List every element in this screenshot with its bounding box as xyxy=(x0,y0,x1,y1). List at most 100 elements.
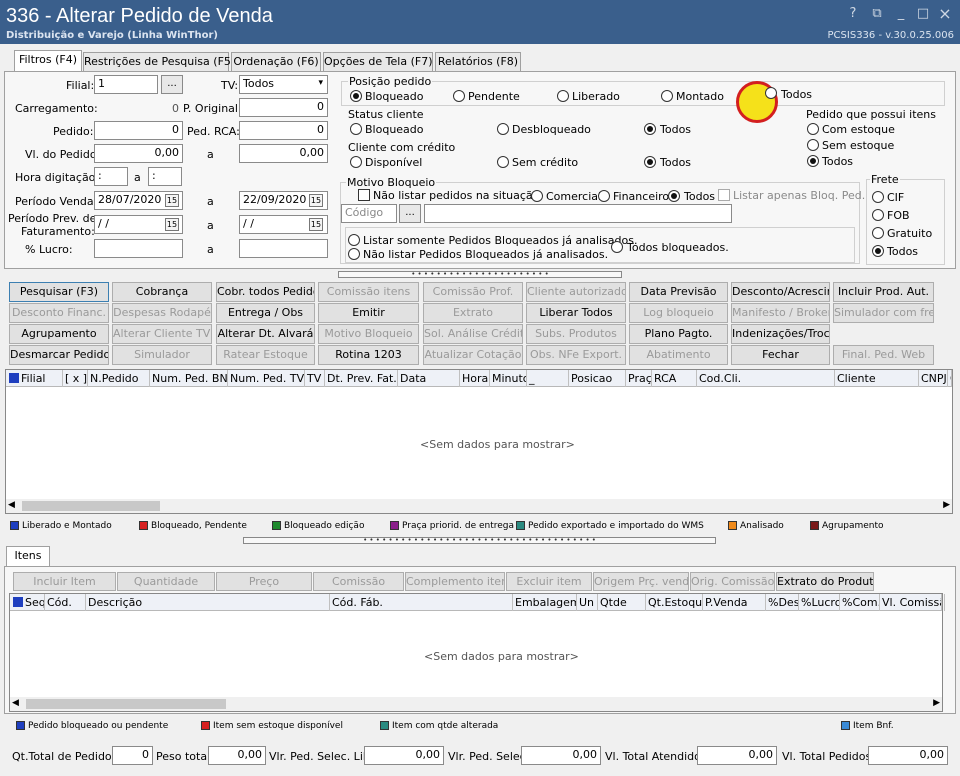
column-header-cod-cli[interactable]: Cod.Cli. xyxy=(697,370,835,387)
apenas-bloq-checkbox[interactable] xyxy=(718,189,730,201)
close-button[interactable]: × xyxy=(936,5,954,23)
column-header-embalagem[interactable]: Embalagem xyxy=(513,594,577,611)
listar-somente-radio[interactable] xyxy=(348,234,360,246)
filter-splitter[interactable]: • • • • • • • • • • • • • • • • • • • • … xyxy=(338,271,622,278)
column-header-cliente[interactable]: Cliente xyxy=(835,370,919,387)
column-header-cod[interactable]: Cód. xyxy=(45,594,86,611)
itens-todos-radio[interactable] xyxy=(807,155,819,167)
ratear-estoque-button[interactable]: Ratear Estoque xyxy=(216,345,315,365)
column-header-filial[interactable]: Filial xyxy=(19,370,63,387)
orders-grid[interactable]: Filial[ x ] N.Pedido Num. Ped. BNF Num. Ped… xyxy=(5,369,953,514)
column-header-blank[interactable]: _ xyxy=(527,370,569,387)
posicao-montado-radio[interactable] xyxy=(661,90,673,102)
tab-itens[interactable]: Itens xyxy=(6,546,50,567)
status-desbloqueado-radio[interactable] xyxy=(497,123,509,135)
orig-comissao-button[interactable]: Orig. Comissão xyxy=(690,572,775,591)
column-header-c[interactable]: C xyxy=(948,370,952,387)
scroll-left-icon[interactable]: ◀ xyxy=(12,698,19,708)
incluir-item-button[interactable]: Incluir Item xyxy=(13,572,116,591)
motivo-financeiro-radio[interactable] xyxy=(598,190,610,202)
lucro-from-input[interactable] xyxy=(94,239,183,258)
poriginal-input[interactable]: 0 xyxy=(239,98,328,117)
tab-filtros[interactable]: Filtros (F4) xyxy=(14,50,82,73)
complemento-item-button[interactable]: Complemento item xyxy=(405,572,505,591)
pedrca-input[interactable]: 0 xyxy=(239,121,328,140)
column-header-num-ped-bnf[interactable]: Num. Ped. BNF xyxy=(150,370,228,387)
column-header-cnpj[interactable]: CNPJ xyxy=(919,370,948,387)
incluir-prod-aut-button[interactable]: Incluir Prod. Aut. xyxy=(833,282,934,302)
orders-hscrollbar[interactable]: ◀ ▶ xyxy=(6,499,952,513)
help-button[interactable]: ? xyxy=(844,5,862,23)
alterar-dt-alvara-button[interactable]: Alterar Dt. Alvará xyxy=(216,324,315,344)
nao-listar-checkbox[interactable] xyxy=(358,189,370,201)
final-ped-web-button[interactable]: Final. Ped. Web xyxy=(833,345,934,365)
tab-relatorios[interactable]: Relatórios (F8) xyxy=(435,52,521,72)
calendar-icon[interactable]: 15 xyxy=(165,218,179,231)
items-hscrollbar[interactable]: ◀ ▶ xyxy=(10,697,942,711)
preco-button[interactable]: Preço xyxy=(216,572,312,591)
fechar-button[interactable]: Fechar xyxy=(731,345,830,365)
column-header-posicao[interactable]: Posicao xyxy=(569,370,626,387)
column-header-tv[interactable]: TV xyxy=(305,370,325,387)
desconto-acrescimo-button[interactable]: Desconto/Acrescimo xyxy=(731,282,830,302)
log-bloqueio-button[interactable]: Log bloqueio xyxy=(629,303,728,323)
manifesto-broker-button[interactable]: Manifesto / Broker xyxy=(731,303,830,323)
column-header-descricao[interactable]: Descrição xyxy=(86,594,330,611)
scroll-left-icon[interactable]: ◀ xyxy=(8,500,15,510)
scroll-right-icon[interactable]: ▶ xyxy=(933,698,940,708)
frete-fob-radio[interactable] xyxy=(872,209,884,221)
vlpedido-to-input[interactable]: 0,00 xyxy=(239,144,328,163)
grid-menu-icon[interactable] xyxy=(9,373,19,383)
pedido-input[interactable]: 0 xyxy=(94,121,183,140)
origem-prc-venda-button[interactable]: Origem Prç. venda xyxy=(593,572,689,591)
tv-select[interactable]: Todos ▾ xyxy=(239,75,328,94)
despesas-rodape-button[interactable]: Despesas Rodapé xyxy=(112,303,212,323)
column-header-rca[interactable]: RCA xyxy=(652,370,697,387)
column-header-lucro[interactable]: %Lucro xyxy=(799,594,840,611)
motivo-comercial-radio[interactable] xyxy=(531,190,543,202)
data-previsao-button[interactable]: Data Previsão xyxy=(629,282,728,302)
extrato-do-produto-button[interactable]: Extrato do Produto xyxy=(776,572,874,591)
comissao-prof-button[interactable]: Comissão Prof. xyxy=(423,282,523,302)
liberar-todos-button[interactable]: Liberar Todos xyxy=(526,303,626,323)
scroll-right-icon[interactable]: ▶ xyxy=(943,500,950,510)
alterar-cliente-tv8-button[interactable]: Alterar Cliente TV8 xyxy=(112,324,212,344)
tab-opcoes[interactable]: Opções de Tela (F7) xyxy=(323,52,433,72)
vlpedido-from-input[interactable]: 0,00 xyxy=(94,144,183,163)
emitir-button[interactable]: Emitir xyxy=(318,303,419,323)
simulador-com-frete-button[interactable]: Simulador com frete xyxy=(833,303,934,323)
lucro-to-input[interactable] xyxy=(239,239,328,258)
grid-menu-icon[interactable] xyxy=(13,597,23,607)
hora-to-input[interactable]: : xyxy=(148,167,182,186)
column-header-r[interactable]: R xyxy=(942,594,945,611)
agrupamento-button[interactable]: Agrupamento xyxy=(9,324,109,344)
cliente-autorizado-button[interactable]: Cliente autorizado xyxy=(526,282,626,302)
itens-com-estoque-radio[interactable] xyxy=(807,123,819,135)
plano-pagto-button[interactable]: Plano Pagto. xyxy=(629,324,728,344)
posicao-liberado-radio[interactable] xyxy=(557,90,569,102)
comissao-itens-button[interactable]: Comissão itens xyxy=(318,282,419,302)
extrato-button[interactable]: Extrato xyxy=(423,303,523,323)
grid-splitter[interactable]: • • • • • • • • • • • • • • • • • • • • … xyxy=(243,537,716,544)
column-header-cod-fab[interactable]: Cód. Fáb. xyxy=(330,594,513,611)
codigo-input[interactable]: Código xyxy=(341,204,397,223)
frete-cif-radio[interactable] xyxy=(872,191,884,203)
column-header-seq[interactable]: Seq xyxy=(23,594,45,611)
motivo-bloqueio-button[interactable]: Motivo Bloqueio xyxy=(318,324,419,344)
column-header-hora[interactable]: Hora xyxy=(460,370,490,387)
column-header-minuto[interactable]: Minuto xyxy=(490,370,527,387)
items-scroll-thumb[interactable] xyxy=(26,699,226,709)
credito-sem-radio[interactable] xyxy=(497,156,509,168)
column-header-x[interactable]: [ x ] xyxy=(63,370,88,387)
nao-listar-analisados-radio[interactable] xyxy=(348,248,360,260)
column-header-com[interactable]: %Com. xyxy=(840,594,880,611)
status-bloqueado-radio[interactable] xyxy=(350,123,362,135)
hora-from-input[interactable]: : xyxy=(94,167,128,186)
column-header-qtde[interactable]: Qtde xyxy=(598,594,646,611)
calendar-icon[interactable]: 15 xyxy=(309,218,323,231)
cobranca-button[interactable]: Cobrança xyxy=(112,282,212,302)
quantidade-button[interactable]: Quantidade xyxy=(117,572,215,591)
frete-gratuito-radio[interactable] xyxy=(872,227,884,239)
abatimento-button[interactable]: Abatimento xyxy=(629,345,728,365)
filial-browse-button[interactable]: ... xyxy=(161,75,183,94)
